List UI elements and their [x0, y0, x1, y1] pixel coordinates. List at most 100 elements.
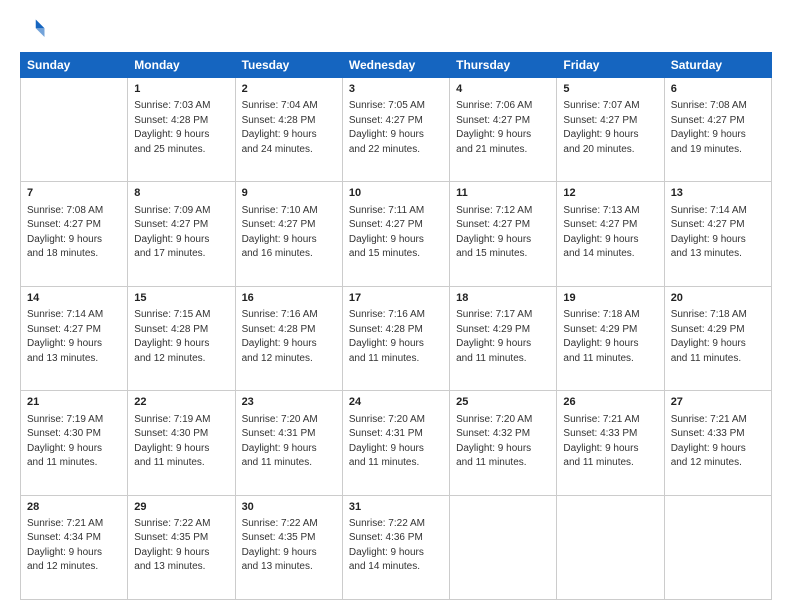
- day-info: Sunrise: 7:22 AMSunset: 4:35 PMDaylight:…: [242, 518, 318, 573]
- calendar-week-4: 21 Sunrise: 7:19 AMSunset: 4:30 PMDaylig…: [21, 391, 772, 495]
- day-info: Sunrise: 7:17 AMSunset: 4:29 PMDaylight:…: [456, 309, 532, 364]
- day-number: 7: [27, 186, 121, 201]
- day-info: Sunrise: 7:08 AMSunset: 4:27 PMDaylight:…: [671, 100, 747, 155]
- day-number: 31: [349, 500, 443, 515]
- weekday-header-wednesday: Wednesday: [342, 53, 449, 78]
- calendar-cell: [450, 495, 557, 599]
- calendar-cell: 11 Sunrise: 7:12 AMSunset: 4:27 PMDaylig…: [450, 182, 557, 286]
- day-info: Sunrise: 7:18 AMSunset: 4:29 PMDaylight:…: [671, 309, 747, 364]
- calendar-cell: 30 Sunrise: 7:22 AMSunset: 4:35 PMDaylig…: [235, 495, 342, 599]
- calendar-cell: 28 Sunrise: 7:21 AMSunset: 4:34 PMDaylig…: [21, 495, 128, 599]
- calendar-cell: 13 Sunrise: 7:14 AMSunset: 4:27 PMDaylig…: [664, 182, 771, 286]
- calendar-week-2: 7 Sunrise: 7:08 AMSunset: 4:27 PMDayligh…: [21, 182, 772, 286]
- day-number: 25: [456, 395, 550, 410]
- calendar-cell: 10 Sunrise: 7:11 AMSunset: 4:27 PMDaylig…: [342, 182, 449, 286]
- calendar-header: SundayMondayTuesdayWednesdayThursdayFrid…: [21, 53, 772, 78]
- calendar-cell: 9 Sunrise: 7:10 AMSunset: 4:27 PMDayligh…: [235, 182, 342, 286]
- day-number: 13: [671, 186, 765, 201]
- day-number: 19: [563, 291, 657, 306]
- day-number: 24: [349, 395, 443, 410]
- day-number: 26: [563, 395, 657, 410]
- day-info: Sunrise: 7:05 AMSunset: 4:27 PMDaylight:…: [349, 100, 425, 155]
- calendar-week-3: 14 Sunrise: 7:14 AMSunset: 4:27 PMDaylig…: [21, 286, 772, 390]
- day-info: Sunrise: 7:12 AMSunset: 4:27 PMDaylight:…: [456, 205, 532, 260]
- weekday-row: SundayMondayTuesdayWednesdayThursdayFrid…: [21, 53, 772, 78]
- calendar-cell: [664, 495, 771, 599]
- day-number: 10: [349, 186, 443, 201]
- day-info: Sunrise: 7:10 AMSunset: 4:27 PMDaylight:…: [242, 205, 318, 260]
- calendar-cell: 1 Sunrise: 7:03 AMSunset: 4:28 PMDayligh…: [128, 78, 235, 182]
- day-info: Sunrise: 7:20 AMSunset: 4:31 PMDaylight:…: [349, 414, 425, 469]
- day-info: Sunrise: 7:19 AMSunset: 4:30 PMDaylight:…: [134, 414, 210, 469]
- calendar-cell: 27 Sunrise: 7:21 AMSunset: 4:33 PMDaylig…: [664, 391, 771, 495]
- calendar-cell: 21 Sunrise: 7:19 AMSunset: 4:30 PMDaylig…: [21, 391, 128, 495]
- day-info: Sunrise: 7:08 AMSunset: 4:27 PMDaylight:…: [27, 205, 103, 260]
- weekday-header-tuesday: Tuesday: [235, 53, 342, 78]
- day-number: 30: [242, 500, 336, 515]
- day-number: 5: [563, 82, 657, 97]
- day-number: 16: [242, 291, 336, 306]
- calendar-cell: [21, 78, 128, 182]
- day-info: Sunrise: 7:07 AMSunset: 4:27 PMDaylight:…: [563, 100, 639, 155]
- day-info: Sunrise: 7:14 AMSunset: 4:27 PMDaylight:…: [27, 309, 103, 364]
- day-number: 28: [27, 500, 121, 515]
- calendar-cell: 23 Sunrise: 7:20 AMSunset: 4:31 PMDaylig…: [235, 391, 342, 495]
- weekday-header-saturday: Saturday: [664, 53, 771, 78]
- day-info: Sunrise: 7:16 AMSunset: 4:28 PMDaylight:…: [242, 309, 318, 364]
- calendar-cell: 25 Sunrise: 7:20 AMSunset: 4:32 PMDaylig…: [450, 391, 557, 495]
- day-number: 2: [242, 82, 336, 97]
- calendar-week-1: 1 Sunrise: 7:03 AMSunset: 4:28 PMDayligh…: [21, 78, 772, 182]
- calendar-cell: 12 Sunrise: 7:13 AMSunset: 4:27 PMDaylig…: [557, 182, 664, 286]
- day-number: 23: [242, 395, 336, 410]
- calendar-cell: 6 Sunrise: 7:08 AMSunset: 4:27 PMDayligh…: [664, 78, 771, 182]
- calendar-cell: [557, 495, 664, 599]
- day-info: Sunrise: 7:21 AMSunset: 4:33 PMDaylight:…: [671, 414, 747, 469]
- day-info: Sunrise: 7:11 AMSunset: 4:27 PMDaylight:…: [349, 205, 424, 260]
- day-number: 12: [563, 186, 657, 201]
- header: [20, 16, 772, 44]
- page: SundayMondayTuesdayWednesdayThursdayFrid…: [0, 0, 792, 612]
- calendar-cell: 22 Sunrise: 7:19 AMSunset: 4:30 PMDaylig…: [128, 391, 235, 495]
- weekday-header-thursday: Thursday: [450, 53, 557, 78]
- day-number: 8: [134, 186, 228, 201]
- day-info: Sunrise: 7:13 AMSunset: 4:27 PMDaylight:…: [563, 205, 639, 260]
- day-number: 4: [456, 82, 550, 97]
- day-number: 27: [671, 395, 765, 410]
- calendar-cell: 24 Sunrise: 7:20 AMSunset: 4:31 PMDaylig…: [342, 391, 449, 495]
- weekday-header-sunday: Sunday: [21, 53, 128, 78]
- day-number: 6: [671, 82, 765, 97]
- calendar-cell: 7 Sunrise: 7:08 AMSunset: 4:27 PMDayligh…: [21, 182, 128, 286]
- calendar-cell: 14 Sunrise: 7:14 AMSunset: 4:27 PMDaylig…: [21, 286, 128, 390]
- day-info: Sunrise: 7:22 AMSunset: 4:36 PMDaylight:…: [349, 518, 425, 573]
- calendar-cell: 31 Sunrise: 7:22 AMSunset: 4:36 PMDaylig…: [342, 495, 449, 599]
- calendar-cell: 16 Sunrise: 7:16 AMSunset: 4:28 PMDaylig…: [235, 286, 342, 390]
- calendar-week-5: 28 Sunrise: 7:21 AMSunset: 4:34 PMDaylig…: [21, 495, 772, 599]
- day-number: 22: [134, 395, 228, 410]
- day-info: Sunrise: 7:03 AMSunset: 4:28 PMDaylight:…: [134, 100, 210, 155]
- calendar-cell: 19 Sunrise: 7:18 AMSunset: 4:29 PMDaylig…: [557, 286, 664, 390]
- day-info: Sunrise: 7:21 AMSunset: 4:34 PMDaylight:…: [27, 518, 103, 573]
- logo-icon: [20, 16, 48, 44]
- day-info: Sunrise: 7:18 AMSunset: 4:29 PMDaylight:…: [563, 309, 639, 364]
- day-number: 9: [242, 186, 336, 201]
- calendar-cell: 5 Sunrise: 7:07 AMSunset: 4:27 PMDayligh…: [557, 78, 664, 182]
- logo: [20, 16, 52, 44]
- calendar-cell: 8 Sunrise: 7:09 AMSunset: 4:27 PMDayligh…: [128, 182, 235, 286]
- day-info: Sunrise: 7:20 AMSunset: 4:32 PMDaylight:…: [456, 414, 532, 469]
- day-info: Sunrise: 7:21 AMSunset: 4:33 PMDaylight:…: [563, 414, 639, 469]
- weekday-header-monday: Monday: [128, 53, 235, 78]
- day-number: 17: [349, 291, 443, 306]
- day-number: 11: [456, 186, 550, 201]
- calendar-cell: 15 Sunrise: 7:15 AMSunset: 4:28 PMDaylig…: [128, 286, 235, 390]
- day-number: 21: [27, 395, 121, 410]
- day-info: Sunrise: 7:04 AMSunset: 4:28 PMDaylight:…: [242, 100, 318, 155]
- calendar-cell: 20 Sunrise: 7:18 AMSunset: 4:29 PMDaylig…: [664, 286, 771, 390]
- day-info: Sunrise: 7:15 AMSunset: 4:28 PMDaylight:…: [134, 309, 210, 364]
- calendar-body: 1 Sunrise: 7:03 AMSunset: 4:28 PMDayligh…: [21, 78, 772, 600]
- calendar-table: SundayMondayTuesdayWednesdayThursdayFrid…: [20, 52, 772, 600]
- calendar-cell: 2 Sunrise: 7:04 AMSunset: 4:28 PMDayligh…: [235, 78, 342, 182]
- calendar-cell: 17 Sunrise: 7:16 AMSunset: 4:28 PMDaylig…: [342, 286, 449, 390]
- day-info: Sunrise: 7:09 AMSunset: 4:27 PMDaylight:…: [134, 205, 210, 260]
- day-info: Sunrise: 7:22 AMSunset: 4:35 PMDaylight:…: [134, 518, 210, 573]
- day-number: 29: [134, 500, 228, 515]
